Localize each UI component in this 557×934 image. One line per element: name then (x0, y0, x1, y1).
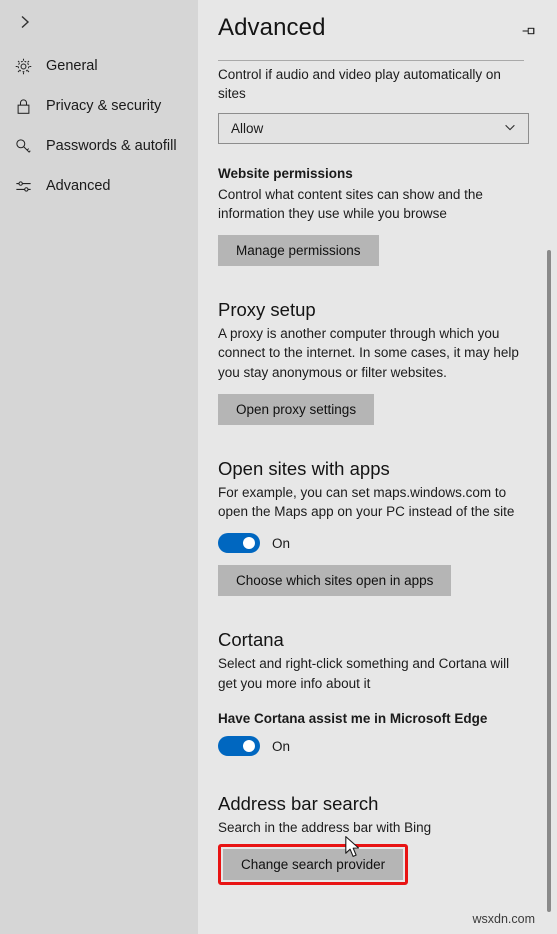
section-website-permissions: Website permissions Control what content… (218, 164, 535, 267)
manage-permissions-button[interactable]: Manage permissions (218, 235, 379, 267)
sidebar-item-label: Privacy & security (46, 98, 162, 114)
section-media-autoplay: Control if audio and video play automati… (218, 65, 535, 145)
section-cortana: Cortana Select and right-click something… (218, 628, 535, 757)
sidebar-item-label: General (46, 58, 98, 74)
cortana-toggle-state: On (272, 738, 291, 754)
choose-which-sites-open-in-apps-button[interactable]: Choose which sites open in apps (218, 565, 452, 597)
sidebar-back-row (0, 0, 198, 44)
open-proxy-settings-button[interactable]: Open proxy settings (218, 393, 375, 425)
open-sites-with-apps-description: For example, you can set maps.windows.co… (218, 484, 515, 520)
settings-pane: General Privacy & security Passwords & a… (0, 0, 557, 934)
lock-icon (8, 91, 38, 121)
change-search-provider-button[interactable]: Change search provider (223, 848, 404, 880)
header-divider (218, 60, 524, 61)
sidebar-item-label: Advanced (46, 178, 111, 194)
sidebar-nav-list: General Privacy & security Passwords & a… (0, 46, 198, 206)
settings-main-pane: Advanced Control if audio and video play… (198, 0, 557, 934)
open-sites-with-apps-title: Open sites with apps (218, 457, 390, 479)
cortana-assist-toggle[interactable] (218, 736, 260, 757)
sidebar-item-passwords-autofill[interactable]: Passwords & autofill (0, 126, 198, 166)
watermark-text: wsxdn.com (472, 912, 535, 926)
change-search-provider-highlight: Change search provider (218, 843, 409, 885)
open-sites-with-apps-toggle-row: On (218, 533, 535, 554)
proxy-setup-description: A proxy is another computer through whic… (218, 326, 519, 380)
gear-icon (8, 51, 38, 81)
website-permissions-description: Control what content sites can show and … (218, 186, 483, 222)
cortana-title: Cortana (218, 629, 284, 651)
cortana-assist-subhead: Have Cortana assist me in Microsoft Edge (218, 710, 488, 726)
sidebar-item-privacy-security[interactable]: Privacy & security (0, 86, 198, 126)
toggle-knob (243, 740, 255, 753)
website-permissions-subhead: Website permissions (218, 166, 353, 182)
sliders-icon (8, 171, 38, 201)
vertical-scrollbar-thumb[interactable] (547, 250, 551, 912)
media-autoplay-select[interactable]: Allow (218, 113, 529, 145)
media-autoplay-description: Control if audio and video play automati… (218, 67, 501, 102)
address-bar-search-title: Address bar search (218, 793, 379, 815)
chevron-right-icon[interactable] (10, 7, 40, 37)
settings-sidebar: General Privacy & security Passwords & a… (0, 0, 198, 934)
open-sites-with-apps-toggle[interactable] (218, 533, 260, 554)
open-sites-with-apps-toggle-state: On (272, 535, 291, 551)
media-autoplay-select-value: Allow (231, 121, 264, 137)
section-proxy-setup: Proxy setup A proxy is another computer … (218, 298, 535, 425)
page-title: Advanced (218, 14, 326, 41)
main-header: Advanced (198, 0, 557, 52)
pin-icon[interactable] (515, 18, 541, 44)
sidebar-item-general[interactable]: General (0, 46, 198, 86)
cortana-toggle-row: On (218, 736, 535, 757)
sidebar-item-label: Passwords & autofill (46, 138, 177, 154)
sidebar-item-advanced[interactable]: Advanced (0, 166, 198, 206)
proxy-setup-title: Proxy setup (218, 299, 316, 321)
toggle-knob (243, 537, 255, 550)
cortana-description: Select and right-click something and Cor… (218, 656, 510, 691)
settings-scroll-content: Control if audio and video play automati… (198, 52, 557, 934)
key-icon (8, 131, 38, 161)
section-address-bar-search: Address bar search Search in the address… (218, 792, 535, 885)
address-bar-search-description: Search in the address bar with Bing (218, 820, 432, 836)
section-open-sites-with-apps: Open sites with apps For example, you ca… (218, 457, 535, 597)
chevron-down-icon (503, 120, 517, 137)
vertical-scrollbar-track[interactable] (541, 0, 557, 934)
